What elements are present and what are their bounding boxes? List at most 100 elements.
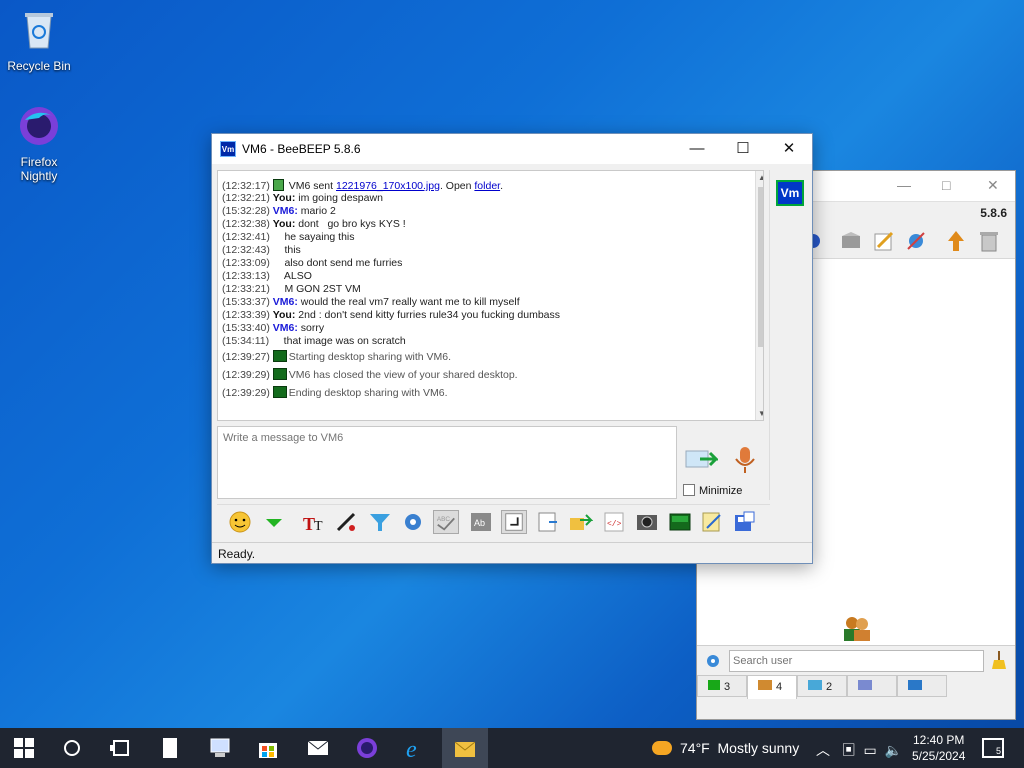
- scroll-up-arrow[interactable]: ▲: [758, 173, 763, 182]
- firefox-nightly-desktop-icon[interactable]: Firefox Nightly: [1, 104, 77, 183]
- scrollbar-thumb[interactable]: [758, 187, 763, 347]
- scroll-down-arrow[interactable]: ▼: [758, 409, 763, 418]
- microphone-button[interactable]: [732, 445, 758, 475]
- firefox-nightly-icon: [20, 107, 58, 145]
- search-user-input[interactable]: [729, 650, 984, 672]
- close-button[interactable]: ✕: [987, 177, 999, 194]
- vm6-avatar[interactable]: Vm: [776, 180, 804, 206]
- notepad-icon[interactable]: [158, 736, 182, 760]
- message-text: 2nd : don't send kitty furries rule34 yo…: [295, 309, 561, 321]
- message-timestamp: (12:39:29): [222, 369, 270, 381]
- main-tabs: 3 4 2: [697, 675, 1015, 719]
- message-text: dont go bro kys KYS !: [295, 218, 406, 230]
- message-text: that image was on scratch: [272, 335, 406, 347]
- weather-widget[interactable]: 74°F Mostly sunny: [652, 740, 799, 756]
- chat-message: (12:32:21) You: im going despawn: [222, 192, 763, 205]
- recycle-bin-icon: [25, 13, 53, 49]
- message-timestamp: (12:33:09): [222, 257, 270, 269]
- settings-icon[interactable]: [904, 229, 928, 253]
- message-sender: VM6:: [272, 205, 298, 217]
- upload-icon[interactable]: [944, 229, 968, 253]
- message-sender: You:: [272, 218, 296, 230]
- message-text: .: [500, 180, 503, 192]
- send-button[interactable]: [684, 445, 718, 475]
- message-timestamp: (12:39:29): [222, 387, 270, 399]
- internet-explorer-icon[interactable]: e: [404, 736, 428, 760]
- close-button[interactable]: ✕: [766, 134, 812, 164]
- beebeep-taskbar-button[interactable]: [442, 728, 488, 768]
- open-folder-link[interactable]: folder: [474, 180, 500, 192]
- checkbox-box[interactable]: [683, 484, 695, 496]
- store-icon[interactable]: [256, 736, 280, 760]
- screenshot-icon[interactable]: [634, 510, 660, 534]
- message-timestamp: (12:33:21): [222, 283, 270, 295]
- chat-window-titlebar: Vm VM6 - BeeBEEP 5.8.6 — ☐ ✕: [212, 134, 812, 164]
- maximize-button[interactable]: ☐: [720, 134, 766, 164]
- search-circle-icon[interactable]: [60, 736, 84, 760]
- edit-icon[interactable]: [872, 229, 896, 253]
- collapse-icon[interactable]: [261, 510, 287, 534]
- meet-now-icon[interactable]: ▣: [842, 742, 856, 758]
- settings-gear-icon[interactable]: [400, 510, 426, 534]
- message-timestamp: (12:33:13): [222, 270, 270, 282]
- mail-taskbar-icon[interactable]: [306, 736, 330, 760]
- task-view-icon[interactable]: [108, 736, 132, 760]
- window-title: VM6 - BeeBEEP 5.8.6: [242, 142, 361, 156]
- enter-key-icon[interactable]: [501, 510, 527, 534]
- svg-text:Ab: Ab: [474, 518, 485, 528]
- word-complete-icon[interactable]: Ab: [468, 510, 494, 534]
- notes-icon[interactable]: [699, 510, 725, 534]
- file-link[interactable]: 1221976_170x100.jpg: [336, 180, 440, 192]
- clock[interactable]: 12:40 PM 5/25/2024: [912, 732, 965, 764]
- notification-center-button[interactable]: 5: [982, 738, 1004, 758]
- tab-messages[interactable]: 2: [797, 675, 847, 697]
- windows-start-icon[interactable]: [12, 736, 36, 760]
- filter-icon[interactable]: [367, 510, 393, 534]
- recycle-bin-label: Recycle Bin: [7, 59, 71, 73]
- message-input[interactable]: [217, 426, 677, 499]
- spellcheck-icon[interactable]: ABC: [433, 510, 459, 534]
- minimize-checkbox[interactable]: Minimize: [683, 484, 742, 497]
- send-file-icon[interactable]: [567, 510, 593, 534]
- tab-chats[interactable]: 3: [697, 675, 747, 697]
- chat-log[interactable]: (12:32:17) VM6 sent 1221976_170x100.jpg.…: [217, 170, 764, 421]
- chat-message: (12:39:29) Ending desktop sharing with V…: [222, 384, 763, 402]
- chat-message: (12:32:41) he sayaing this: [222, 231, 763, 244]
- html-code-icon[interactable]: </>: [601, 510, 627, 534]
- message-sender: VM6:: [272, 322, 298, 334]
- network-icon[interactable]: ▭: [863, 742, 876, 758]
- chat-icon: [708, 680, 720, 690]
- status-bar: Ready.: [212, 542, 812, 563]
- firefox-taskbar-icon[interactable]: [355, 736, 379, 760]
- text-color-icon[interactable]: [334, 510, 360, 534]
- chevron-up-icon[interactable]: ︿: [816, 742, 830, 758]
- tab-users[interactable]: 4: [747, 675, 797, 699]
- maximize-button[interactable]: □: [942, 177, 950, 193]
- minimize-button[interactable]: —: [674, 134, 720, 164]
- gear-icon[interactable]: [705, 653, 721, 669]
- minimize-button[interactable]: —: [897, 177, 911, 193]
- share-desktop-icon[interactable]: [667, 510, 693, 534]
- speech-bubble-icon: [808, 680, 822, 690]
- save-as-icon[interactable]: [732, 510, 758, 534]
- message-sender: You:: [272, 309, 296, 321]
- pc-icon[interactable]: [208, 736, 232, 760]
- chat-message: (12:39:29) VM6 has closed the view of yo…: [222, 366, 763, 384]
- chat-message: (15:33:37) VM6: would the real vm7 reall…: [222, 296, 763, 309]
- volume-muted-icon[interactable]: 🔈: [884, 742, 901, 758]
- trash-icon[interactable]: [977, 229, 1001, 253]
- message-timestamp: (12:32:43): [222, 244, 270, 256]
- tab-groups[interactable]: [847, 675, 897, 697]
- chat-scrollbar[interactable]: ▲ ▼: [755, 171, 763, 420]
- beebeep-icon: [454, 741, 476, 757]
- svg-text:</>: </>: [607, 520, 622, 529]
- mail-icon[interactable]: [839, 229, 863, 253]
- font-icon[interactable]: TT: [301, 510, 327, 534]
- broom-icon[interactable]: [991, 651, 1007, 669]
- emoji-icon[interactable]: [227, 510, 253, 534]
- save-chat-icon[interactable]: [535, 510, 561, 534]
- recycle-bin-desktop-icon[interactable]: Recycle Bin: [1, 8, 77, 73]
- message-timestamp: (12:32:38): [222, 218, 270, 230]
- chat-message: (12:32:17) VM6 sent 1221976_170x100.jpg.…: [222, 179, 763, 192]
- tab-shares[interactable]: [897, 675, 947, 697]
